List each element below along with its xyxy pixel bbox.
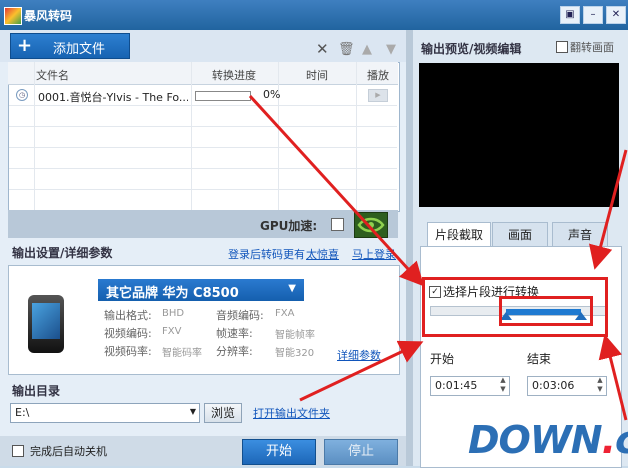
watermark-suffix: cc	[615, 418, 628, 462]
arrow-line	[248, 94, 425, 287]
watermark-dot: .	[601, 418, 616, 462]
watermark-main: DOWN	[468, 418, 603, 462]
annotation-arrows	[248, 94, 628, 421]
watermark-logo: DOWN.cc	[468, 418, 628, 464]
arrow-line	[588, 149, 628, 270]
arrow-line	[299, 340, 424, 402]
arrow-line	[598, 334, 628, 421]
